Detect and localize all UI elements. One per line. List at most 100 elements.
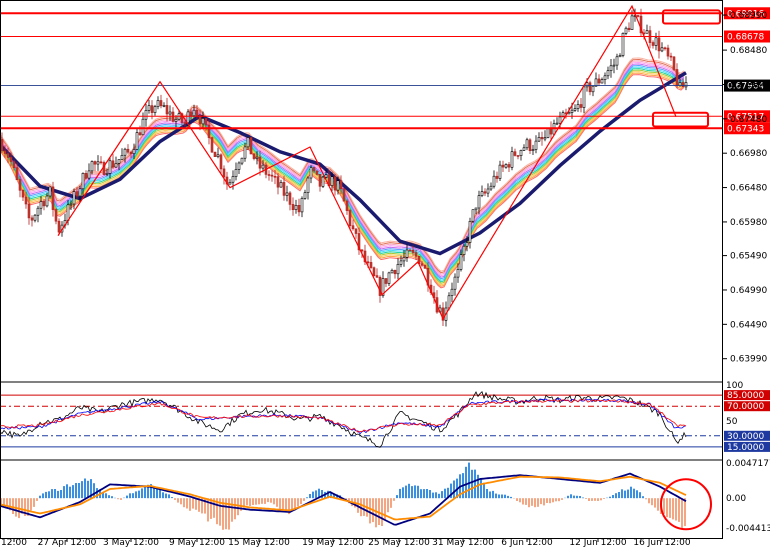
histogram-bar — [519, 498, 521, 503]
chart-canvas[interactable]: 0.690160.686780.675170.673430.67964 85.0… — [0, 0, 770, 550]
histogram-bar — [543, 498, 545, 506]
zigzag-indicator — [57, 4, 677, 321]
candle-body — [624, 27, 628, 34]
histogram-bar — [387, 498, 389, 513]
candle-body — [75, 191, 79, 197]
histogram-bar — [72, 485, 74, 499]
histogram-bar — [279, 498, 281, 509]
trading-chart[interactable]: 0.69016 0.68678 0.67517 0.67343 0.67964 85.0… — [0, 0, 770, 550]
histogram-bar — [285, 498, 287, 511]
candle-body — [333, 176, 337, 191]
candle-body — [228, 182, 232, 185]
histogram-bar — [63, 486, 65, 499]
histogram-bar — [417, 485, 419, 499]
histogram-bar — [171, 497, 173, 499]
candle-body — [54, 209, 58, 222]
candle-body — [90, 161, 94, 172]
y-tick-label: 0.63990 — [730, 355, 767, 365]
histogram-bar — [633, 488, 635, 499]
candle-body — [348, 210, 352, 226]
candle-body — [516, 155, 520, 157]
candle-body — [411, 250, 415, 253]
candle-body — [114, 163, 118, 168]
candle-body — [78, 188, 82, 197]
candle-body — [303, 192, 307, 199]
candle-body — [144, 110, 148, 120]
histogram-bar — [270, 498, 272, 503]
histogram-bar — [132, 493, 134, 499]
x-tick-label: 19 May 12:00 — [302, 538, 364, 548]
histogram-bar — [42, 493, 44, 499]
candle-body — [174, 119, 178, 122]
candle-body — [192, 109, 196, 116]
histogram-bar — [435, 492, 437, 499]
candle-body — [375, 275, 379, 278]
x-tick-label: 3 May 12:00 — [103, 538, 159, 548]
candle-body — [57, 220, 61, 233]
histogram-bar — [168, 494, 170, 499]
histogram-bar — [675, 498, 677, 521]
candle-body — [0, 139, 4, 152]
histogram-bar — [258, 498, 260, 505]
candle-body — [360, 249, 364, 252]
candle-body — [591, 85, 595, 93]
histogram-bar — [264, 498, 266, 504]
histogram-bar — [561, 498, 563, 500]
histogram-bar — [312, 491, 314, 499]
oscillator-y-label: 50 — [726, 417, 738, 427]
candle-body — [405, 249, 409, 258]
candle-body — [18, 179, 22, 191]
histogram-y-label: -0.0044137 — [726, 524, 770, 534]
candle-body — [207, 124, 211, 138]
candle-body — [666, 47, 670, 57]
histogram-bar — [471, 469, 473, 499]
candle-body — [204, 118, 208, 126]
candle-body — [456, 268, 460, 278]
histogram-bar — [153, 487, 155, 499]
candle-body — [471, 209, 475, 222]
candle-body — [504, 164, 508, 168]
histogram-bar — [438, 493, 440, 499]
histogram-bar — [540, 498, 542, 505]
histogram-bar — [615, 493, 617, 499]
histogram-bar — [423, 489, 425, 499]
histogram-bar — [537, 498, 539, 507]
candle-body — [162, 105, 166, 107]
candle-body — [288, 192, 292, 205]
candle-body — [600, 79, 604, 84]
y-tick-label: 0.65980 — [730, 218, 767, 228]
candle-body — [210, 137, 214, 153]
histogram-bar — [636, 490, 638, 499]
histogram-bar — [552, 498, 554, 503]
y-tick-label: 0.68480 — [730, 46, 767, 56]
candle-body — [69, 203, 73, 206]
histogram-bar — [159, 489, 161, 499]
histogram-bar — [558, 498, 560, 502]
candle-body — [369, 262, 373, 268]
candle-body — [579, 104, 583, 108]
candle-body — [414, 252, 418, 257]
zigzag-line — [57, 4, 677, 321]
candle-body — [351, 225, 355, 230]
candle-body — [573, 108, 577, 111]
histogram-bar — [375, 498, 377, 528]
y-tick-label: 0.64990 — [730, 286, 767, 296]
candle-body — [372, 267, 376, 277]
histogram-bar — [48, 491, 50, 499]
candle-body — [201, 118, 205, 125]
y-tick-label: 0.66980 — [730, 149, 767, 159]
histogram-bar — [465, 466, 467, 499]
candle-body — [138, 132, 142, 136]
candle-body — [258, 156, 262, 169]
x-tick-label: 12:00 — [1, 538, 27, 548]
candle-body — [615, 56, 619, 66]
histogram-bar — [600, 498, 602, 501]
candle-body — [654, 37, 658, 46]
candle-body — [267, 174, 271, 176]
histogram-bar — [441, 491, 443, 499]
x-tick-label: 12 Jun 12:00 — [569, 538, 626, 548]
histogram-bar — [597, 498, 599, 501]
x-tick-label: 25 May 12:00 — [368, 538, 430, 548]
candle-body — [582, 86, 586, 108]
y-tick-label: 0.68990 — [730, 11, 767, 21]
